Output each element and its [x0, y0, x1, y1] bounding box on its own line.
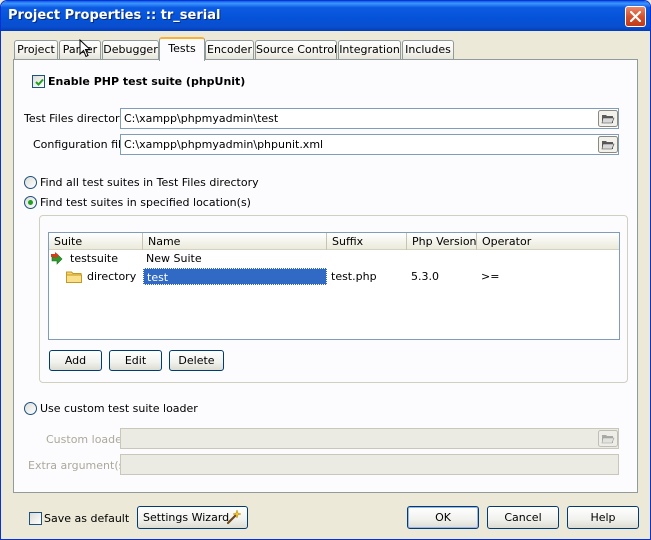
column-header-suite[interactable]: Suite: [49, 233, 143, 250]
checkmark-icon: [35, 78, 44, 86]
tab-source-control[interactable]: Source Control: [255, 40, 337, 60]
config-file-input[interactable]: C:\xampp\phpmyadmin\phpunit.xml: [120, 134, 619, 155]
close-icon: [630, 11, 641, 22]
column-header-suffix[interactable]: Suffix: [327, 233, 407, 250]
test-suites-grid[interactable]: Suite Name Suffix Php Version Operator t…: [48, 232, 620, 340]
custom-loader-label: Custom loader:: [46, 433, 130, 446]
find-all-label: Find all test suites in Test Files direc…: [40, 176, 259, 189]
find-specified-label: Find test suites in specified location(s…: [40, 196, 251, 209]
enable-phpunit-checkbox[interactable]: [32, 75, 45, 88]
close-button[interactable]: [625, 6, 646, 27]
test-files-browse-button[interactable]: [598, 110, 618, 127]
row-operator-cell: >=: [481, 270, 500, 283]
test-files-label: Test Files directory:: [24, 112, 129, 125]
custom-loader-browse-button[interactable]: [598, 430, 618, 447]
cancel-button[interactable]: Cancel: [487, 506, 559, 529]
help-button[interactable]: Help: [567, 506, 639, 529]
tab-debugger[interactable]: Debugger: [102, 40, 159, 60]
tab-integration[interactable]: Integration: [338, 40, 401, 60]
row-suffix-cell: test.php: [331, 270, 377, 283]
tab-includes[interactable]: Includes: [402, 40, 454, 60]
test-files-input[interactable]: C:\xampp\phpmyadmin\test: [120, 108, 619, 129]
title-bar: Project Properties :: tr_serial: [1, 1, 650, 31]
delete-button[interactable]: Delete: [169, 350, 224, 371]
row-name-cell: New Suite: [146, 252, 202, 265]
enable-phpunit-label: Enable PHP test suite (phpUnit): [48, 75, 246, 88]
extra-args-label: Extra argument(s):: [28, 459, 133, 472]
config-file-label: Configuration file:: [33, 138, 132, 151]
tab-project[interactable]: Project: [14, 40, 58, 60]
edit-button[interactable]: Edit: [109, 350, 162, 371]
column-header-name[interactable]: Name: [143, 233, 327, 250]
custom-loader-radio-label: Use custom test suite loader: [40, 402, 198, 415]
save-default-label: Save as default: [44, 512, 130, 525]
grid-header: Suite Name Suffix Php Version Operator: [49, 233, 619, 250]
magic-wand-icon: [226, 509, 242, 532]
row-suite-cell: directory: [87, 270, 137, 283]
row-php-version-cell: 5.3.0: [411, 270, 439, 283]
row-name-cell-selected[interactable]: test: [143, 268, 327, 285]
column-header-php-version[interactable]: Php Version: [407, 233, 477, 250]
custom-loader-radio[interactable]: [24, 402, 37, 415]
config-file-browse-button[interactable]: [598, 136, 618, 153]
window-title: Project Properties :: tr_serial: [8, 8, 221, 23]
tab-encoder[interactable]: Encoder: [205, 40, 254, 60]
row-suite-cell: testsuite: [70, 252, 118, 265]
settings-wizard-button[interactable]: Settings Wizard: [137, 506, 248, 529]
save-default-checkbox[interactable]: [29, 512, 42, 525]
mouse-cursor-icon: [79, 38, 92, 61]
project-properties-dialog: Project Properties :: tr_serial Project …: [0, 0, 651, 540]
folder-icon: [66, 270, 82, 286]
settings-wizard-label: Settings Wizard: [143, 511, 230, 524]
ok-button[interactable]: OK: [407, 506, 479, 529]
browse-folder-icon: [598, 110, 618, 127]
testsuite-icon: [50, 252, 65, 269]
browse-folder-icon: [598, 136, 618, 153]
column-header-operator[interactable]: Operator: [477, 233, 619, 250]
extra-args-input[interactable]: [120, 454, 619, 475]
browse-folder-icon: [598, 430, 618, 447]
find-specified-radio[interactable]: [24, 196, 37, 209]
custom-loader-input[interactable]: [120, 428, 619, 449]
find-all-radio[interactable]: [24, 176, 37, 189]
add-button[interactable]: Add: [49, 350, 102, 371]
tab-tests[interactable]: Tests: [159, 37, 205, 61]
